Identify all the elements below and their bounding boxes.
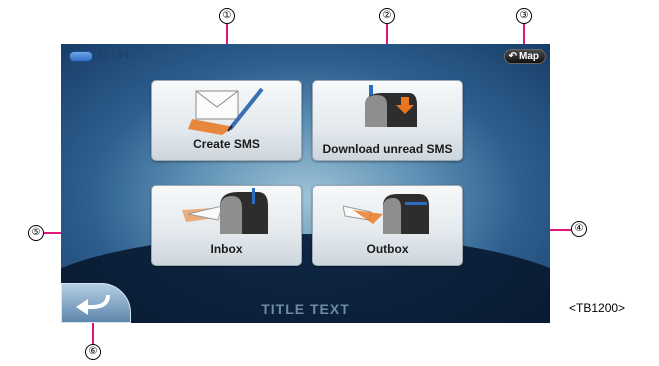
create-sms-label: Create SMS: [193, 137, 260, 151]
back-arrow-icon: ↶: [508, 51, 517, 62]
callout-2: ②: [379, 8, 395, 24]
envelope-pen-icon: [188, 87, 264, 135]
mailbox-outbox-icon: [343, 194, 429, 234]
callout-3: ③: [516, 8, 532, 24]
map-button-label: Map: [519, 51, 539, 62]
sms-menu-screen: 12:34 ↶ Map Create SMS Download unread S…: [61, 44, 550, 323]
battery-icon: [69, 51, 93, 62]
clock: 12:34: [97, 50, 130, 61]
inbox-button[interactable]: Inbox: [151, 185, 302, 266]
figure-code: <TB1200>: [569, 301, 626, 315]
inbox-label: Inbox: [210, 242, 243, 256]
outbox-label: Outbox: [366, 242, 409, 256]
download-unread-sms-label: Download unread SMS: [322, 142, 453, 156]
callout-6: ⑥: [85, 344, 101, 360]
outbox-button[interactable]: Outbox: [312, 185, 463, 266]
create-sms-button[interactable]: Create SMS: [151, 80, 302, 161]
callout-line-3: [523, 24, 525, 46]
callout-1: ①: [219, 8, 235, 24]
callout-line-6: [92, 320, 94, 344]
mailbox-download-icon: [365, 85, 417, 127]
download-unread-sms-button[interactable]: Download unread SMS: [312, 80, 463, 161]
title-text: TITLE TEXT: [261, 301, 350, 317]
mailbox-inbox-icon: [182, 188, 268, 234]
map-button[interactable]: ↶ Map: [503, 49, 546, 64]
callout-4: ④: [571, 221, 587, 237]
callout-5: ⑤: [28, 225, 44, 241]
